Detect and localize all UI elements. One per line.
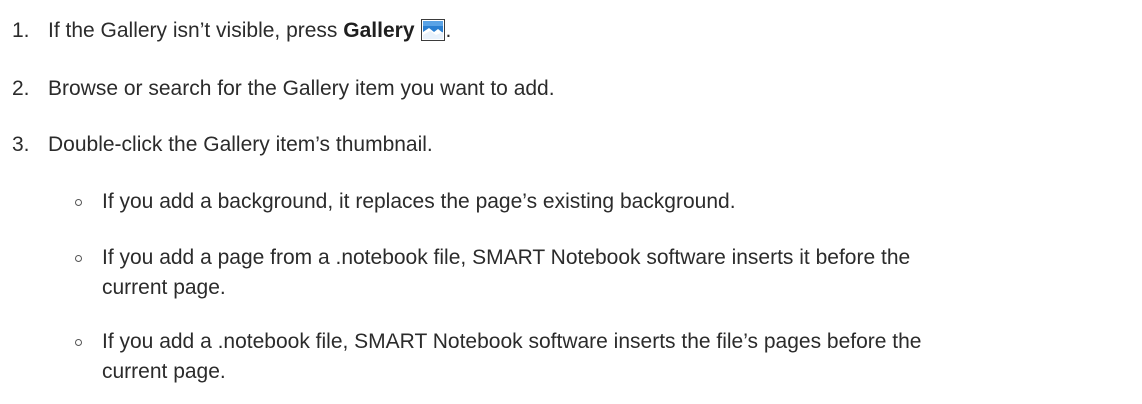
step-text-after: . xyxy=(445,19,452,42)
step-number: 2. xyxy=(12,77,30,100)
step-text: Double-click the Gallery item’s thumbnai… xyxy=(48,133,433,156)
bullet-circle-icon xyxy=(75,199,82,206)
step-text: If the Gallery isn’t visible, press Gall… xyxy=(48,16,451,46)
sub-bullet-text: If you add a .notebook file, SMART Noteb… xyxy=(102,327,1122,387)
step-text: Browse or search for the Gallery item yo… xyxy=(48,77,555,100)
step-number: 3. xyxy=(12,133,30,156)
bullet-circle-icon xyxy=(75,339,82,346)
sub-bullet-line: current page. xyxy=(102,276,226,299)
sub-bullet-line: If you add a .notebook file, SMART Noteb… xyxy=(102,330,922,353)
step-text-before: If the Gallery isn’t visible, press xyxy=(48,19,344,42)
sub-bullet-line: If you add a page from a .notebook file,… xyxy=(102,246,911,269)
gallery-icon xyxy=(420,19,445,41)
sub-bullet-line: current page. xyxy=(102,360,226,383)
step-number: 1. xyxy=(12,19,30,42)
gallery-label: Gallery xyxy=(343,19,415,42)
sub-bullet-text: If you add a background, it replaces the… xyxy=(102,187,1122,217)
sub-bullet-line: If you add a background, it replaces the… xyxy=(102,190,736,213)
bullet-circle-icon xyxy=(75,255,82,262)
sub-bullet-text: If you add a page from a .notebook file,… xyxy=(102,243,1122,303)
